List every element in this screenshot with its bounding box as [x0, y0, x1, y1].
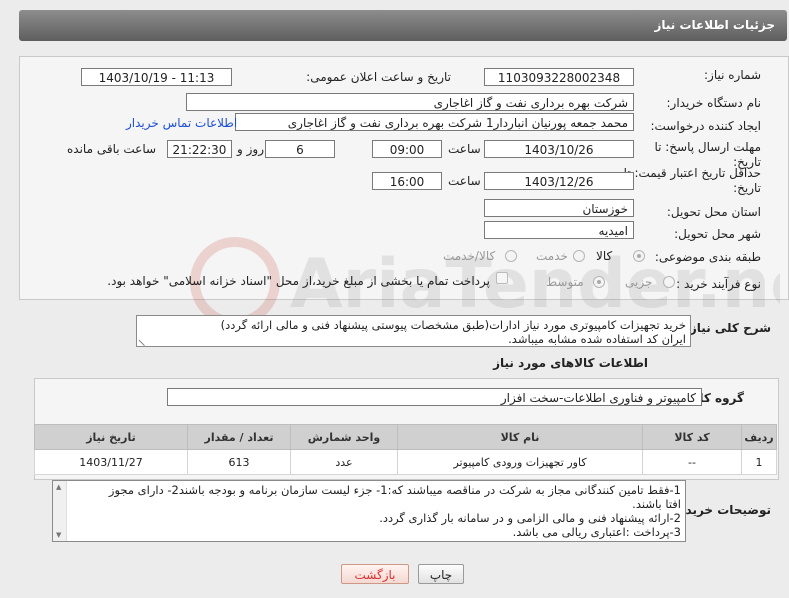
goods-table: ردیف کد کالا نام کالا واحد شمارش تعداد /… — [34, 424, 777, 475]
remaining-time-field[interactable]: 21:22:30 — [167, 140, 232, 158]
goods-section-title: اطلاعات کالاهای مورد نیاز — [493, 356, 648, 370]
col-unit: واحد شمارش — [290, 424, 398, 450]
creator-field[interactable]: محمد جمعه پورنیان انباردار1 شرکت بهره بر… — [235, 113, 634, 131]
cell-date: 1403/11/27 — [34, 449, 188, 475]
col-code: کد کالا — [642, 424, 742, 450]
col-name: نام کالا — [397, 424, 643, 450]
need-number-label: شماره نیاز: — [704, 68, 761, 82]
description-line-1: خرید تجهیزات کامپیوتری مورد نیاز ادارات(… — [220, 318, 686, 332]
price-date-field[interactable]: 1403/12/26 — [484, 172, 634, 190]
buyer-notes-line-3: 2-ارائه پیشنهاد فنی و مالی الزامی و در س… — [379, 511, 681, 525]
category-both-radio[interactable] — [505, 250, 517, 262]
buyer-org-label: نام دستگاه خریدار: — [666, 96, 762, 110]
reply-time-label: ساعت — [448, 142, 481, 156]
reply-deadline-label: مهلت ارسال پاسخ: تا — [654, 140, 761, 154]
cell-code: -- — [642, 449, 742, 475]
buyer-notes-line-4: 3-پرداخت :اعتباری ریالی می باشد. — [512, 525, 681, 539]
goods-table-header: ردیف کد کالا نام کالا واحد شمارش تعداد /… — [34, 424, 777, 450]
back-button[interactable]: بازگشت — [341, 564, 409, 584]
announce-field[interactable]: 1403/10/19 - 11:13 — [81, 68, 232, 86]
remaining-time-label: ساعت باقی مانده — [67, 142, 157, 156]
category-service-label: خدمت — [536, 249, 568, 263]
creator-label: ایجاد کننده درخواست: — [650, 119, 761, 133]
category-goods-label: کالا — [596, 249, 613, 263]
category-service-radio[interactable] — [573, 250, 585, 262]
buyer-notes-line-2: افتا باشند. — [632, 497, 681, 511]
process-minor-radio[interactable] — [663, 276, 675, 288]
price-validity-label-2: تاریخ: — [733, 181, 761, 195]
city-field[interactable]: امیدیه — [484, 221, 634, 239]
page-title: جزئیات اطلاعات نیاز — [654, 18, 775, 32]
buyer-notes-line-1: 1-فقط تامین کنندگانی مجاز به شرکت در منا… — [108, 483, 681, 497]
col-row: ردیف — [741, 424, 777, 450]
category-label: طبقه بندی موضوعی: — [654, 250, 761, 264]
process-medium-label: متوسط — [546, 275, 584, 289]
scroll-up-icon[interactable]: ▲ — [56, 483, 61, 491]
description-line-2: ایران کد استفاده شده مشابه میباشد. — [508, 332, 686, 346]
days-remaining-field[interactable]: 6 — [265, 140, 335, 158]
cell-qty: 613 — [187, 449, 291, 475]
process-label: نوع فرآیند خرید : — [676, 277, 761, 291]
price-validity-label: حداقل تاریخ اعتبار قیمت: تا — [623, 166, 761, 180]
print-button[interactable]: چاپ — [418, 564, 464, 584]
process-minor-label: جزیی — [625, 275, 653, 289]
col-qty: تعداد / مقدار — [187, 424, 291, 450]
price-time-field[interactable]: 16:00 — [372, 172, 442, 190]
need-number-field[interactable]: 1103093228002348 — [484, 68, 634, 86]
page-header: جزئیات اطلاعات نیاز — [19, 10, 787, 41]
reply-date-field[interactable]: 1403/10/26 — [484, 140, 634, 158]
city-label: شهر محل تحویل: — [674, 227, 761, 241]
announce-label: تاریخ و ساعت اعلان عمومی: — [306, 70, 451, 84]
reply-time-field[interactable]: 09:00 — [372, 140, 442, 158]
treasury-payment-note: پرداخت تمام یا بخشی از مبلغ خرید،از محل … — [107, 274, 490, 288]
days-label: روز و — [237, 142, 264, 156]
scroll-down-icon[interactable]: ▼ — [56, 531, 61, 539]
province-label: استان محل تحویل: — [666, 205, 761, 219]
treasury-payment-checkbox[interactable] — [496, 272, 508, 284]
category-both-label: کالا/خدمت — [443, 249, 496, 263]
description-label: شرح کلی نیاز: — [685, 321, 771, 335]
cell-name: کاور تجهیزات ورودی کامپیوتر — [397, 449, 643, 475]
price-time-label: ساعت — [448, 174, 481, 188]
category-goods-radio[interactable] — [633, 250, 645, 262]
buyer-notes-textarea[interactable]: 1-فقط تامین کنندگانی مجاز به شرکت در منا… — [52, 480, 686, 542]
cell-row: 1 — [741, 449, 777, 475]
col-date: تاریخ نیاز — [34, 424, 188, 450]
province-field[interactable]: خوزستان — [484, 199, 634, 217]
description-textarea[interactable]: خرید تجهیزات کامپیوتری مورد نیاز ادارات(… — [136, 315, 691, 347]
contact-info-link[interactable]: اطلاعات تماس خریدار — [126, 116, 237, 130]
goods-group-field[interactable]: کامپیوتر و فناوری اطلاعات-سخت افزار — [167, 388, 702, 406]
process-medium-radio[interactable] — [593, 276, 605, 288]
table-row[interactable]: 1 -- کاور تجهیزات ورودی کامپیوتر عدد 613… — [34, 449, 777, 475]
buyer-org-field[interactable]: شرکت بهره برداری نفت و گاز اغاجاری — [186, 93, 634, 111]
cell-unit: عدد — [290, 449, 398, 475]
notes-scrollbar[interactable]: ▲ ▼ — [53, 481, 67, 541]
